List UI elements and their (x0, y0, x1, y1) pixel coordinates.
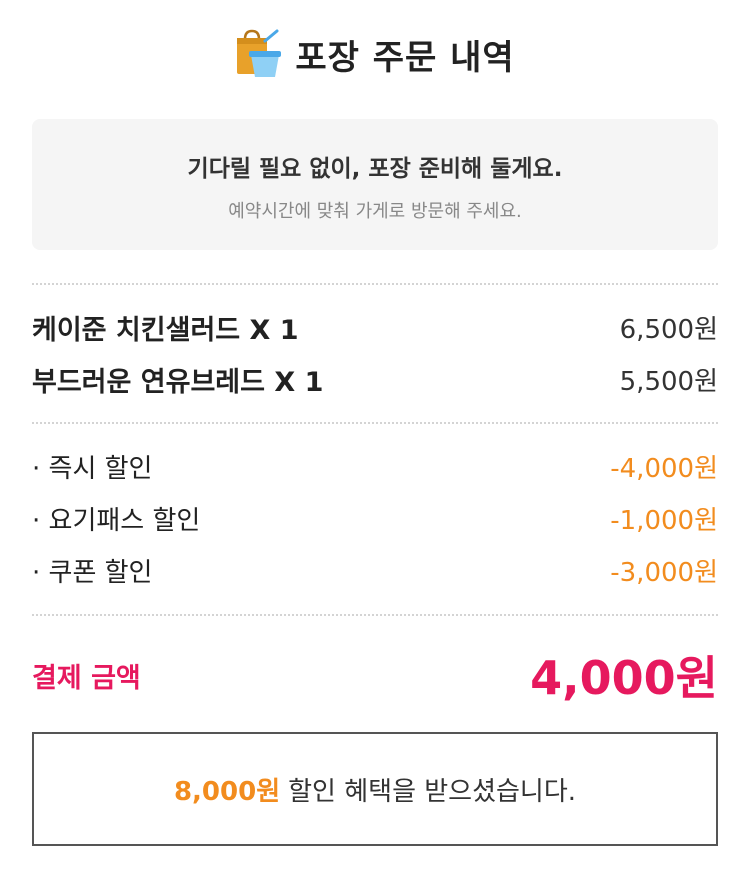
order-item-price: 5,500원 (619, 366, 718, 397)
divider (32, 422, 718, 424)
discount-name: · 요기패스 할인 (32, 505, 201, 536)
benefit-text: 할인 혜택을 받으셨습니다. (288, 776, 577, 807)
page-title: 포장 주문 내역 (295, 37, 515, 78)
divider (32, 614, 718, 616)
discount-row: · 요기패스 할인 -1,000원 (32, 498, 718, 538)
divider (32, 283, 718, 285)
order-item-name: 케이준 치킨샐러드 X 1 (32, 314, 299, 346)
order-item-name: 부드러운 연유브레드 X 1 (32, 366, 324, 398)
takeout-bag-icon (237, 29, 282, 77)
payment-total: 결제 금액 4,000원 (32, 640, 718, 710)
discount-row: · 쿠폰 할인 -3,000원 (32, 550, 718, 590)
discount-amount: -4,000원 (610, 453, 718, 484)
discount-amount: -3,000원 (610, 557, 718, 588)
notice-title: 기다릴 필요 없이, 포장 준비해 둘게요. (187, 156, 563, 182)
payment-total-value: 4,000원 (530, 651, 718, 705)
notice-box: 기다릴 필요 없이, 포장 준비해 둘게요. 예약시간에 맞춰 가게로 방문해 … (32, 119, 718, 250)
order-item-price: 6,500원 (619, 314, 718, 345)
benefit-box: 8,000원 할인 혜택을 받으셨습니다. (32, 732, 718, 846)
order-item: 케이준 치킨샐러드 X 1 6,500원 (32, 307, 718, 347)
discount-row: · 즉시 할인 -4,000원 (32, 446, 718, 486)
notice-subtitle: 예약시간에 맞춰 가게로 방문해 주세요. (228, 201, 522, 222)
benefit-amount: 8,000원 (173, 776, 281, 807)
page-header: 포장 주문 내역 (0, 24, 750, 84)
payment-total-label: 결제 금액 (32, 662, 141, 694)
order-item: 부드러운 연유브레드 X 1 5,500원 (32, 359, 718, 399)
discount-name: · 즉시 할인 (32, 453, 153, 484)
discount-amount: -1,000원 (610, 505, 718, 536)
discount-name: · 쿠폰 할인 (32, 557, 153, 588)
